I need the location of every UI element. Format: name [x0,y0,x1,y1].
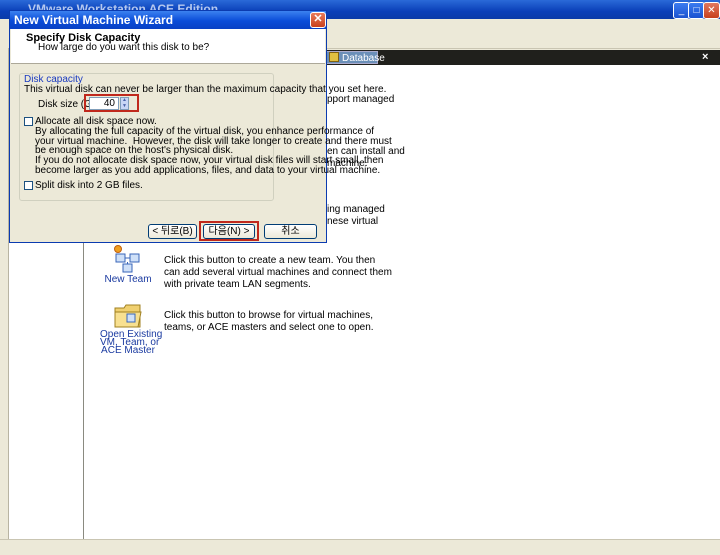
back-button[interactable]: < 뒤로(B) [148,224,197,239]
open-existing-label[interactable]: Open Existing VM, Team, or ACE Master [100,330,162,356]
dialog-close-button[interactable]: ✕ [310,12,326,28]
partial-text-3: ing managed nese virtual [327,204,385,227]
highlight-disk-size [84,94,139,112]
database-icon [329,52,339,62]
allocate-description: By allocating the full capacity of the v… [35,126,392,156]
app-close-button[interactable]: ✕ [703,2,720,19]
partial-text-1: pport managed [327,94,395,105]
highlight-next-button [199,221,259,241]
allocate-checkbox[interactable] [24,117,33,126]
open-existing-desc: Click this button to browse for virtual … [164,310,374,333]
allocate-description-2: If you do not allocate disk space now, y… [35,155,384,176]
tab-database[interactable]: Database [324,51,385,64]
new-team-label[interactable]: New Team [104,275,152,285]
cancel-button[interactable]: 취소 [264,224,317,239]
dialog-title: New Virtual Machine Wizard [14,13,174,27]
sidebar-strip [0,48,9,539]
new-team-icon[interactable] [112,244,144,276]
status-bar [0,539,720,555]
tab-close-icon[interactable]: × [702,51,708,64]
dialog-subheading: How large do you want this disk to be? [38,42,210,53]
open-folder-icon[interactable] [112,300,144,330]
group-description: This virtual disk can never be larger th… [24,84,387,95]
split-checkbox[interactable] [24,181,33,190]
split-label[interactable]: Split disk into 2 GB files. [35,180,143,191]
new-team-desc: Click this button to create a new team. … [164,255,392,290]
tab-database-label: Database [342,53,385,64]
